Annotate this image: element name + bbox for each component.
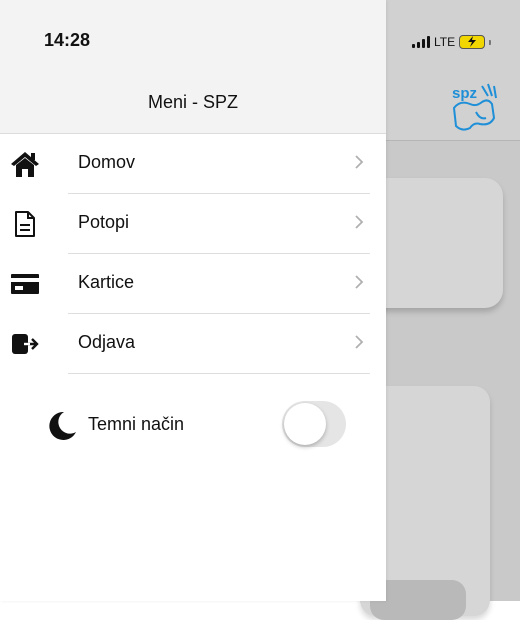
battery-charging-icon	[459, 35, 486, 49]
home-icon	[10, 149, 40, 179]
menu-item-label: Odjava	[78, 332, 136, 352]
drawer-menu: Domov Potopi Kartice Odjava	[0, 134, 386, 374]
logo-text: spz	[452, 85, 477, 102]
status-indicators: LTE	[412, 32, 492, 52]
chevron-right-icon	[354, 154, 364, 175]
dark-mode-toggle[interactable]	[282, 401, 346, 447]
menu-item-kartice[interactable]: Kartice	[11, 254, 370, 314]
drawer-title: Meni - SPZ	[147, 92, 239, 112]
menu-item-potopi[interactable]: Potopi	[15, 194, 370, 254]
moon-icon	[46, 410, 78, 447]
side-drawer: 14:28 Meni - SPZ Domov Potopi Kartice Od…	[0, 0, 386, 601]
menu-item-label: Kartice	[78, 272, 135, 292]
network-label: LTE	[434, 35, 456, 49]
menu-item-domov[interactable]: Domov	[11, 134, 370, 194]
spz-logo: spz	[446, 82, 502, 136]
toggle-knob	[284, 403, 326, 445]
status-time: 14:28	[44, 30, 91, 50]
chevron-right-icon	[354, 274, 364, 295]
signal-icon	[412, 36, 430, 48]
menu-item-label: Potopi	[78, 212, 130, 232]
card-icon	[10, 269, 40, 299]
dark-mode-label: Temni način	[88, 414, 185, 434]
chevron-right-icon	[354, 334, 364, 355]
dark-mode-row: Temni način	[0, 396, 386, 456]
logout-icon	[10, 329, 40, 359]
drawer-header: 14:28 Meni - SPZ	[0, 0, 386, 134]
document-icon	[10, 209, 40, 239]
menu-item-label: Domov	[78, 152, 136, 172]
chevron-right-icon	[354, 214, 364, 235]
battery-tip	[489, 39, 492, 45]
menu-item-odjava[interactable]: Odjava	[12, 314, 370, 374]
